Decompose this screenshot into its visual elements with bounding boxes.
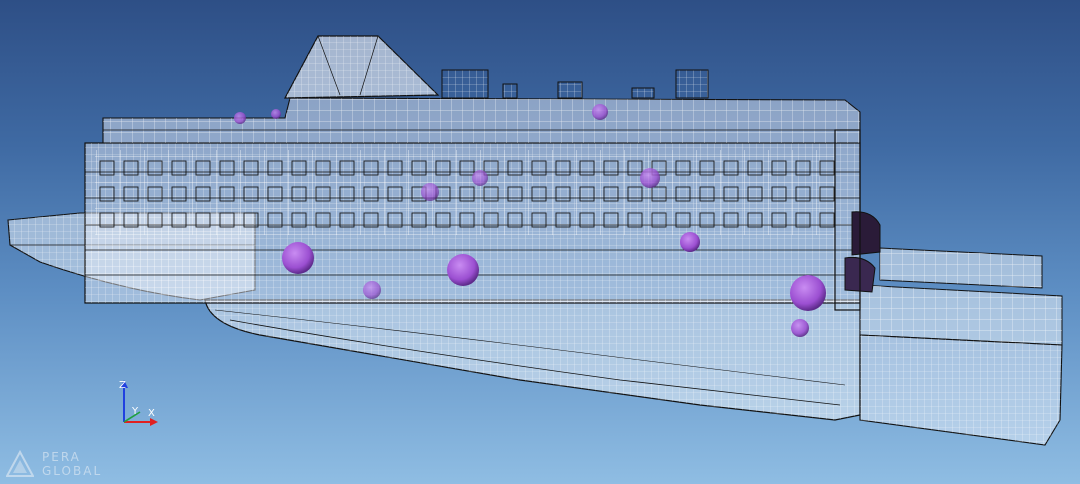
axis-triad[interactable]: Z Y X [119,380,158,426]
funnel [283,35,440,99]
x-axis-label: X [148,408,155,419]
z-axis-label: Z [119,380,126,391]
brand-line-1: PERA [42,450,81,464]
y-axis-label: Y [131,406,139,417]
brand-line-2: GLOBAL [42,464,103,478]
cad-viewport[interactable]: Z Y X PERA GLOBAL [0,0,1080,484]
stern-platform [859,247,1063,446]
hull [204,299,861,421]
brand-watermark: PERA GLOBAL [6,444,126,480]
upper-deck [102,97,861,144]
x-axis-arrow [150,418,158,426]
pera-global-logo-icon [6,450,34,477]
ship-wireframe-model[interactable]: Z Y X [0,0,1080,484]
deckhouses [441,69,709,99]
